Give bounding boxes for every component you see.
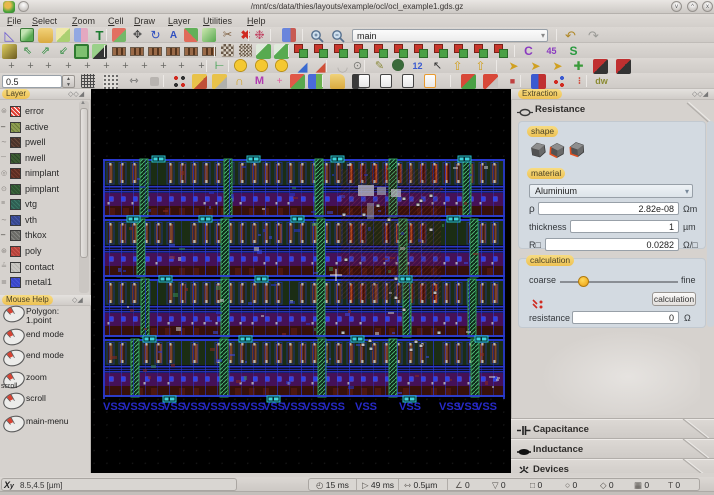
svg-text:VSS: VSS bbox=[163, 401, 185, 413]
svg-text:VSS: VSS bbox=[243, 401, 265, 413]
svg-text:VSS: VSS bbox=[399, 401, 421, 413]
svg-text:VSS: VSS bbox=[223, 401, 245, 413]
svg-text:VSS: VSS bbox=[103, 401, 125, 413]
svg-text:VSS: VSS bbox=[203, 401, 225, 413]
svg-text:VSS: VSS bbox=[183, 401, 205, 413]
svg-text:VSS: VSS bbox=[143, 401, 165, 413]
svg-text:VSS: VSS bbox=[355, 401, 377, 413]
svg-text:VSS: VSS bbox=[323, 401, 345, 413]
svg-text:VSS: VSS bbox=[123, 401, 145, 413]
svg-text:VSS: VSS bbox=[263, 401, 285, 413]
svg-text:VSS: VSS bbox=[475, 401, 497, 413]
svg-text:VSS: VSS bbox=[303, 401, 325, 413]
svg-text:VSS: VSS bbox=[283, 401, 305, 413]
